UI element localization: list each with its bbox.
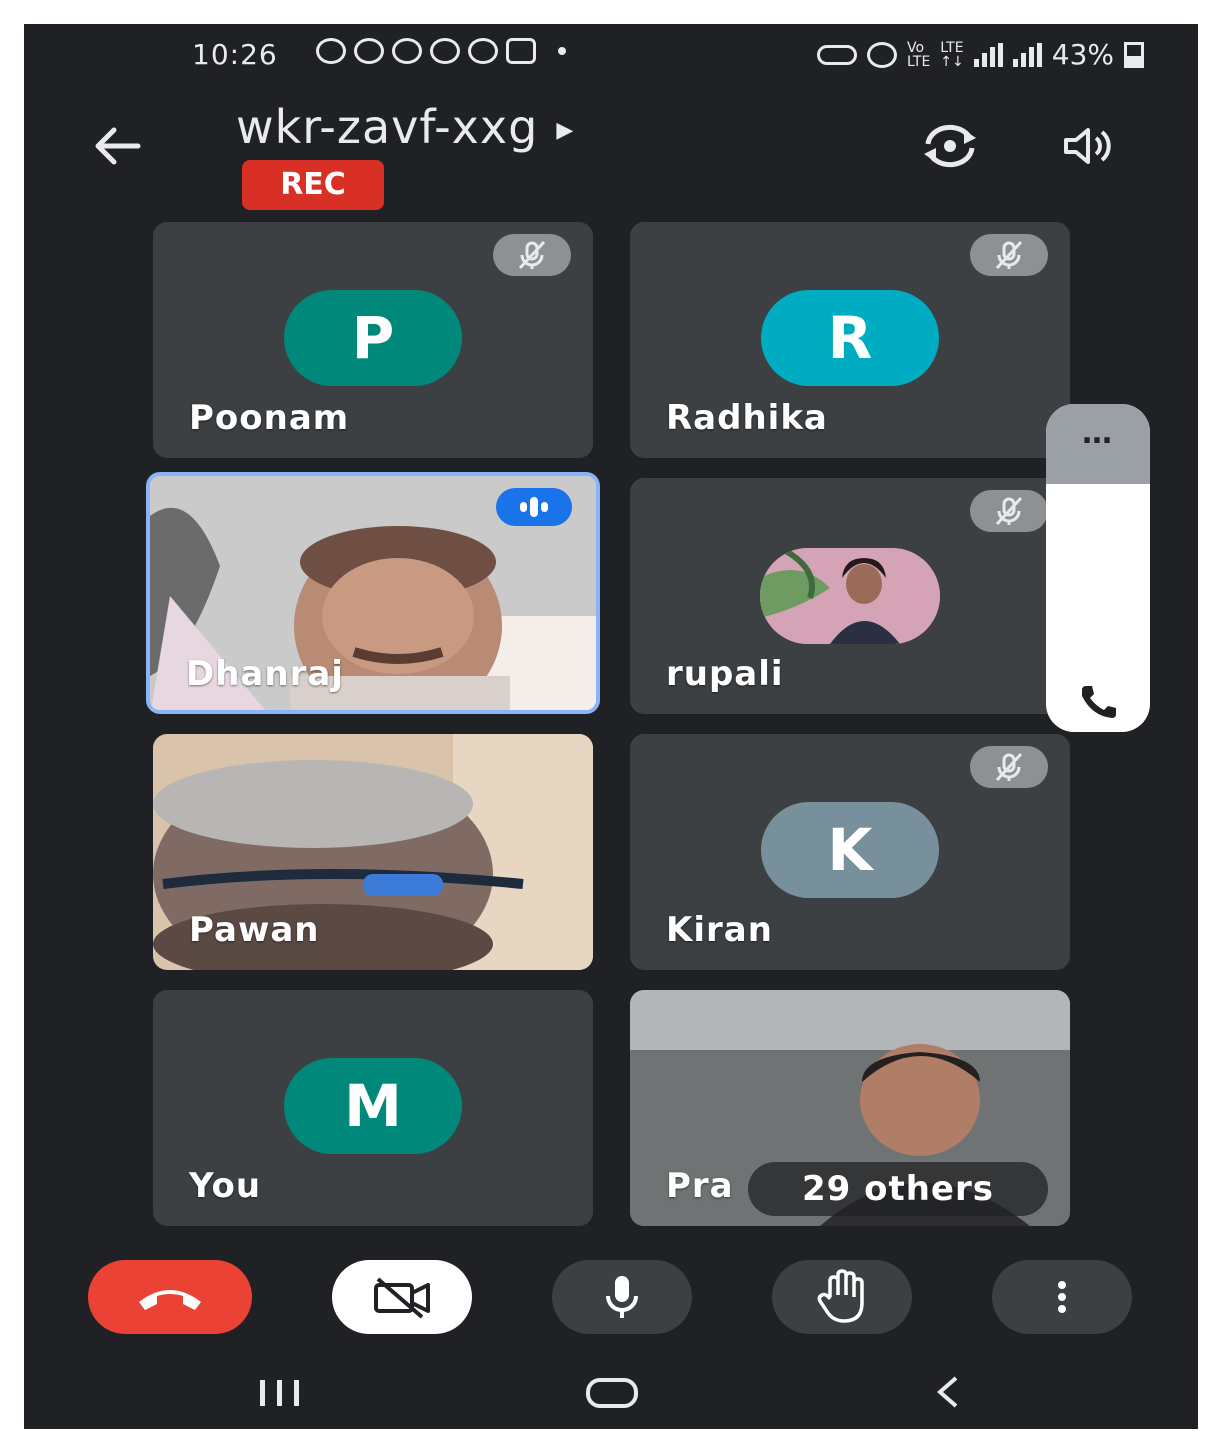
end-call-button[interactable] (88, 1260, 252, 1334)
recording-badge: REC (242, 160, 384, 210)
meeting-title[interactable]: wkr-zavf-xxg ▶ (236, 100, 574, 154)
participant-name: Radhika (666, 398, 828, 438)
arrow-left-icon[interactable] (90, 124, 150, 168)
mic-off-icon (970, 234, 1048, 276)
more-options-button[interactable] (992, 1260, 1132, 1334)
speaking-indicator-icon (496, 488, 572, 526)
participant-name: Kiran (666, 910, 773, 950)
more-icon: … (1082, 416, 1114, 451)
back-chevron-icon (936, 1376, 958, 1408)
home-icon (586, 1378, 638, 1408)
signal-icon (1012, 42, 1042, 67)
participant-tile[interactable]: P Poonam (153, 222, 593, 458)
profile-photo (760, 548, 940, 644)
volte-icon: Vo LTE (907, 39, 931, 70)
participant-name: You (189, 1166, 262, 1206)
cloud-icon (430, 38, 460, 64)
system-icons: Vo LTE LTE ↑↓ 43% (817, 38, 1144, 71)
participant-tile-self[interactable]: M You (153, 990, 593, 1226)
camera-off-icon (374, 1277, 430, 1319)
speaker-icon[interactable] (1058, 122, 1122, 170)
alarm-icon (867, 41, 898, 68)
whatsapp-icon (316, 38, 346, 64)
avatar: R (761, 290, 939, 386)
participant-name: Pawan (189, 910, 320, 950)
camera-off-button[interactable] (332, 1260, 472, 1334)
participant-tile[interactable]: rupali (630, 478, 1070, 714)
participant-tile[interactable]: K Kiran (630, 734, 1070, 970)
end-call-icon (139, 1290, 201, 1310)
notification-icons (316, 38, 566, 64)
participant-tile[interactable]: Dhanraj (146, 472, 600, 714)
dot-icon (558, 47, 566, 55)
more-vert-icon (1058, 1281, 1066, 1313)
camera-switch-icon[interactable] (918, 122, 982, 170)
participant-name: Poonam (189, 398, 350, 438)
avatar: K (761, 802, 939, 898)
participant-tile[interactable]: Pawan (153, 734, 593, 970)
raise-hand-icon (817, 1269, 864, 1323)
mic-button[interactable] (552, 1260, 692, 1334)
gallery-icon (506, 38, 536, 64)
participant-tile[interactable]: R Radhika (630, 222, 1070, 458)
mic-off-icon (970, 490, 1048, 532)
participant-name: rupali (666, 654, 784, 694)
status-bar: 10:26 Vo LTE LTE ↑↓ 43% (24, 24, 1198, 84)
home-button[interactable] (584, 1374, 640, 1414)
status-time: 10:26 (192, 38, 278, 71)
lte-icon: LTE ↑↓ (940, 39, 964, 70)
participant-name: Pra (666, 1166, 734, 1206)
back-button[interactable] (928, 1374, 968, 1414)
mic-off-icon (493, 234, 571, 276)
recent-apps-button[interactable] (254, 1374, 306, 1414)
phone-icon[interactable] (1074, 680, 1122, 720)
key-icon (817, 44, 858, 65)
caret-right-icon: ▶ (556, 118, 575, 143)
others-count-badge[interactable]: 29 others (748, 1162, 1048, 1216)
meeting-code: wkr-zavf-xxg (236, 100, 539, 154)
participant-name: Dhanraj (186, 654, 344, 694)
cloud-icon (468, 38, 498, 64)
app-icon (392, 38, 422, 64)
avatar: M (284, 1058, 462, 1154)
raise-hand-button[interactable] (772, 1260, 912, 1334)
battery-percent: 43% (1051, 38, 1114, 71)
signal-icon (973, 42, 1003, 67)
avatar: P (284, 290, 462, 386)
mic-off-icon (970, 746, 1048, 788)
phone-screen: 10:26 Vo LTE LTE ↑↓ 43% wkr-zavf-xxg ▶ REC (24, 24, 1198, 1429)
mic-icon (606, 1276, 638, 1318)
battery-icon (1124, 41, 1144, 68)
participant-tile-overflow[interactable]: Pra 29 others (630, 990, 1070, 1226)
side-panel[interactable]: … (1046, 404, 1150, 732)
app-icon (354, 38, 384, 64)
recents-icon (260, 1380, 299, 1406)
